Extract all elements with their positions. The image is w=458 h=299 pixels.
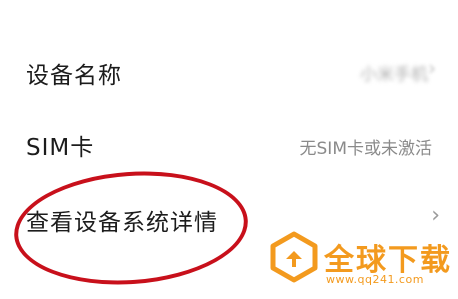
- sim-card-label: SIM卡: [26, 135, 95, 161]
- device-name-row[interactable]: 设备名称 小米手机 ›: [0, 36, 458, 106]
- device-name-label: 设备名称: [26, 63, 122, 89]
- watermark-logo-icon: [270, 231, 318, 283]
- device-name-value: 小米手机: [360, 65, 428, 85]
- chevron-right-icon: ›: [428, 56, 436, 80]
- sim-card-status: 无SIM卡或未激活: [299, 139, 432, 159]
- site-watermark: 全球下载 www.qq241.com: [264, 223, 454, 295]
- sim-card-row[interactable]: SIM卡 无SIM卡或未激活: [0, 106, 458, 176]
- watermark-url: www.qq241.com: [326, 273, 424, 286]
